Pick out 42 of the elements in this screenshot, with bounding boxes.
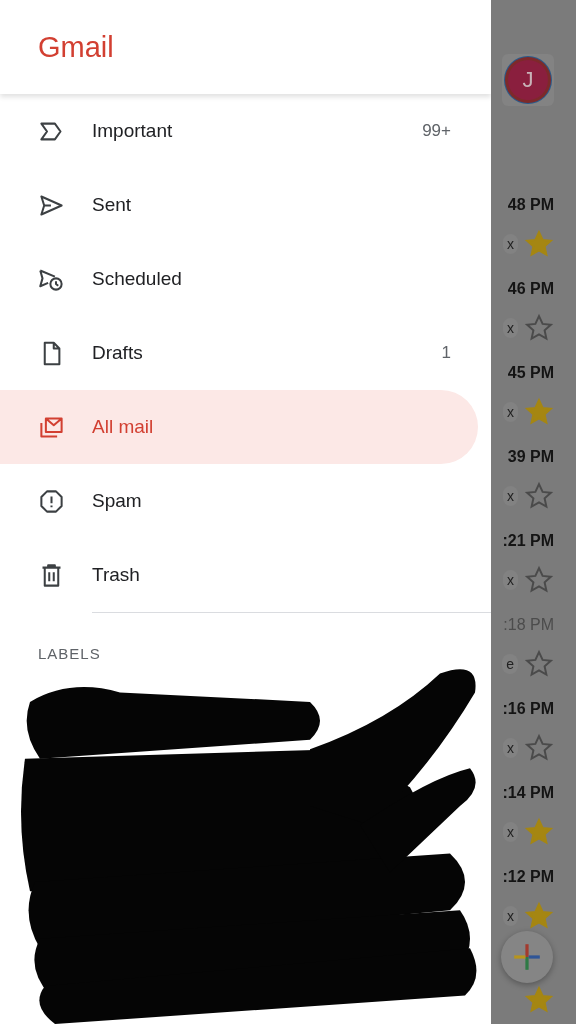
- label-chip: e: [502, 654, 518, 674]
- star-outline-icon[interactable]: [524, 481, 554, 511]
- label-chip: x: [503, 570, 518, 590]
- label-chip: x: [503, 486, 518, 506]
- star-outline-icon[interactable]: [524, 649, 554, 679]
- folder-item[interactable]: Sent: [0, 168, 478, 242]
- label-chip: x: [503, 906, 518, 926]
- section-heading: LABELS: [38, 645, 102, 662]
- app-logo: Gmail: [38, 30, 114, 64]
- label-chip: x: [503, 822, 518, 842]
- folder-item[interactable]: All mail: [0, 390, 478, 464]
- message-time: 48 PM: [507, 196, 554, 214]
- folder-count: 1: [441, 343, 451, 363]
- account-avatar[interactable]: J: [508, 60, 548, 100]
- message-time: 46 PM: [507, 280, 554, 298]
- folder-item[interactable]: Drafts 1: [0, 316, 478, 390]
- folder-item[interactable]: Trash: [0, 538, 478, 612]
- folder-count: 99+: [422, 121, 451, 141]
- label-chip: x: [503, 402, 518, 422]
- folder-item[interactable]: Important 99+: [0, 94, 478, 168]
- message-time: 39 PM: [507, 448, 554, 466]
- star-outline-icon[interactable]: [524, 733, 554, 763]
- message-time: 45 PM: [507, 364, 554, 382]
- star-outline-icon[interactable]: [524, 565, 554, 595]
- folder-item[interactable]: Spam: [0, 464, 478, 538]
- star-filled-icon[interactable]: [524, 229, 554, 259]
- label-chip: x: [503, 738, 518, 758]
- star-filled-icon[interactable]: [524, 397, 554, 427]
- message-time: :12 PM: [502, 868, 554, 886]
- star-filled-icon[interactable]: [524, 985, 554, 1015]
- star-filled-icon[interactable]: [524, 901, 554, 931]
- message-time: :21 PM: [502, 532, 554, 550]
- label-chip: x: [503, 318, 518, 338]
- plus-icon: [511, 941, 543, 973]
- star-outline-icon[interactable]: [524, 313, 554, 343]
- folder-item[interactable]: Scheduled: [0, 242, 478, 316]
- label-chip: x: [503, 234, 518, 254]
- message-time: :16 PM: [502, 700, 554, 718]
- spam-icon: [38, 487, 65, 515]
- message-time: :14 PM: [502, 784, 554, 802]
- star-filled-icon[interactable]: [524, 817, 554, 847]
- compose-button[interactable]: [501, 931, 553, 983]
